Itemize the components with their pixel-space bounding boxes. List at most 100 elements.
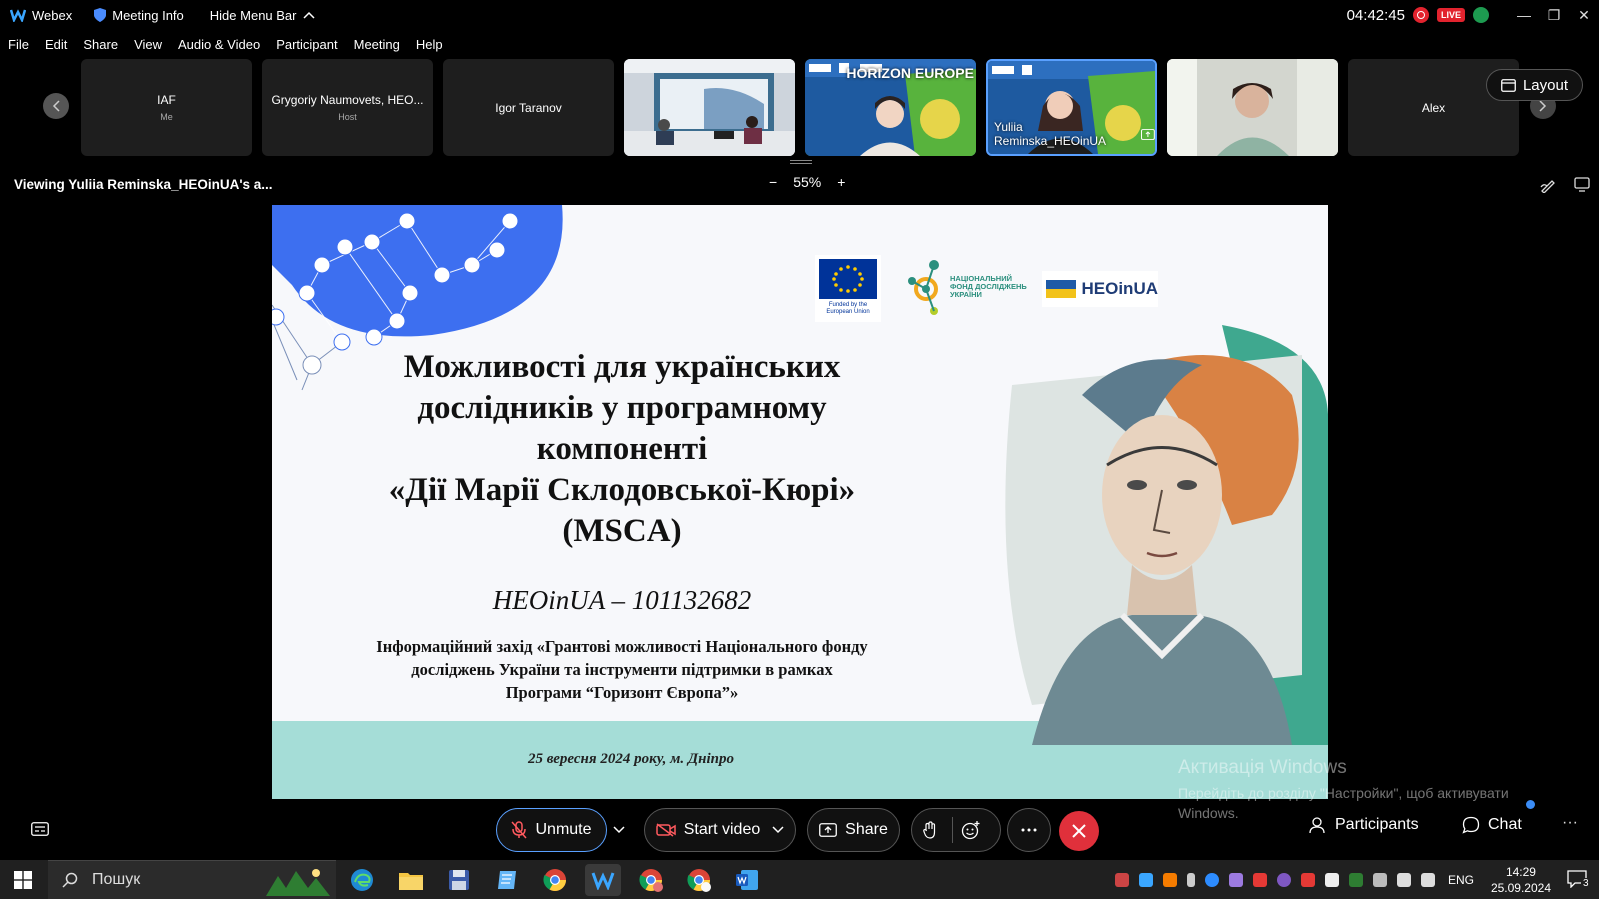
participant-video-office[interactable] — [1167, 59, 1338, 156]
notes-app-icon[interactable] — [489, 864, 525, 896]
tray-app-icon[interactable] — [1325, 872, 1339, 887]
word-app-icon[interactable] — [729, 864, 765, 896]
close-window-button[interactable]: ✕ — [1569, 0, 1599, 30]
menu-bar: File Edit Share View Audio & Video Parti… — [0, 30, 451, 58]
chat-unread-indicator — [1526, 800, 1535, 809]
captions-icon[interactable] — [31, 822, 49, 836]
share-button[interactable]: Share — [807, 808, 900, 852]
zoom-in-button[interactable]: + — [837, 174, 845, 190]
file-explorer-app-icon[interactable] — [393, 864, 429, 896]
menu-edit[interactable]: Edit — [45, 37, 67, 52]
tray-app-icon[interactable] — [1115, 872, 1129, 887]
chevron-down-icon — [772, 826, 784, 834]
participant-video-conference-room[interactable] — [624, 59, 795, 156]
active-speaker-name: Yuliia Reminska_HEOinUA — [994, 120, 1155, 148]
windows-start-icon[interactable] — [14, 871, 32, 889]
share-screen-icon — [819, 823, 838, 837]
tray-zoom-icon[interactable] — [1205, 872, 1219, 887]
chevron-right-icon — [1539, 100, 1547, 112]
microphone-icon[interactable] — [1187, 872, 1195, 887]
eu-funded-logo: Funded by the European Union — [815, 255, 881, 322]
chat-button[interactable]: Chat — [1462, 816, 1522, 834]
tray-record-icon[interactable] — [1301, 872, 1315, 887]
end-meeting-button[interactable] — [1059, 811, 1099, 851]
annotate-icon[interactable] — [1540, 177, 1556, 193]
search-highlight-scene-icon — [266, 869, 330, 896]
participant-tile[interactable]: IAF Me — [81, 59, 252, 156]
layout-button[interactable]: Layout — [1485, 69, 1583, 101]
resize-handle[interactable] — [790, 160, 812, 164]
reactions-group — [911, 808, 1001, 852]
menu-audio-video[interactable]: Audio & Video — [178, 37, 260, 52]
zoom-out-button[interactable]: − — [769, 174, 777, 190]
minimize-button[interactable]: — — [1509, 0, 1539, 30]
tray-display-icon[interactable] — [1397, 872, 1411, 887]
network-signal-icon[interactable] — [1473, 7, 1489, 23]
participant-tile[interactable]: Igor Taranov — [443, 59, 614, 156]
project-code: HEOinUA – 101132682 — [492, 585, 752, 615]
restore-button[interactable]: ❐ — [1539, 0, 1569, 30]
menu-help[interactable]: Help — [416, 37, 443, 52]
screen-share-icon — [1141, 128, 1155, 140]
chevron-up-icon — [302, 11, 315, 19]
participants-icon — [1309, 817, 1325, 834]
menu-share[interactable]: Share — [83, 37, 118, 52]
edge-app-icon[interactable] — [344, 864, 380, 896]
chevron-down-icon — [613, 826, 625, 834]
strip-prev-button[interactable] — [43, 93, 69, 119]
menu-meeting[interactable]: Meeting — [354, 37, 400, 52]
search-icon — [62, 872, 78, 888]
chat-icon — [1462, 816, 1480, 834]
chrome-second-profile-app-icon[interactable] — [681, 864, 717, 896]
tray-pdf-icon[interactable] — [1253, 872, 1267, 887]
participant-video-horizon-bg[interactable]: HORIZON EUROPE — [805, 59, 976, 156]
meeting-info-button[interactable]: Meeting Info — [94, 8, 184, 23]
save-app-icon[interactable] — [441, 864, 477, 896]
taskbar-search-box[interactable]: Пошук — [48, 860, 336, 899]
webex-app-label: Webex — [10, 8, 72, 23]
webex-taskbar-icon[interactable] — [585, 864, 621, 896]
tray-webex-icon[interactable] — [1139, 872, 1153, 887]
participant-video-active-speaker[interactable]: Yuliia Reminska_HEOinUA — [986, 59, 1157, 156]
camera-off-icon — [656, 823, 676, 837]
overflow-menu-icon[interactable]: ··· — [1562, 814, 1578, 832]
shield-icon — [94, 8, 107, 22]
menu-file[interactable]: File — [8, 37, 29, 52]
chrome-profile-app-icon[interactable] — [633, 864, 669, 896]
hide-menu-bar-button[interactable]: Hide Menu Bar — [210, 8, 321, 23]
participants-button[interactable]: Participants — [1309, 816, 1419, 834]
volume-icon[interactable] — [1421, 872, 1435, 887]
tray-network-icon[interactable] — [1373, 872, 1387, 887]
recording-icon[interactable] — [1412, 7, 1429, 23]
webex-logo-icon — [10, 9, 26, 22]
participant-tile[interactable]: Grygoriy Naumovets, HEO... Host — [262, 59, 433, 156]
audio-options-dropdown[interactable] — [605, 808, 633, 852]
viewing-bar: Viewing Yuliia Reminska_HEOinUA's a... −… — [0, 160, 1599, 202]
tray-app-icon[interactable] — [1163, 872, 1177, 887]
event-info: Інформаційний захід «Грантові можливості… — [376, 637, 868, 702]
meeting-clock: 04:42:45 — [1346, 6, 1405, 24]
participant-strip: IAF Me Grygoriy Naumovets, HEO... Host I… — [0, 58, 1599, 158]
tray-security-icon[interactable] — [1349, 872, 1363, 887]
menu-view[interactable]: View — [134, 37, 162, 52]
menu-participant[interactable]: Participant — [276, 37, 337, 52]
notification-center-icon[interactable]: 3 — [1567, 870, 1591, 893]
system-tray: ENG — [1110, 860, 1482, 899]
chrome-app-icon[interactable] — [537, 864, 573, 896]
zoom-level: 55% — [793, 174, 822, 190]
emoji-reaction-icon[interactable] — [961, 820, 981, 840]
popout-share-icon[interactable] — [1574, 177, 1590, 192]
chevron-left-icon — [52, 100, 60, 112]
office-video — [1167, 59, 1338, 156]
tray-pen-icon[interactable] — [1229, 872, 1243, 887]
more-options-button[interactable] — [1007, 808, 1051, 852]
input-language[interactable]: ENG — [1448, 873, 1474, 887]
event-date: 25 вересня 2024 року, м. Дніпро — [528, 751, 734, 767]
tray-viber-icon[interactable] — [1277, 872, 1291, 887]
viewing-label: Viewing Yuliia Reminska_HEOinUA's a... — [14, 177, 273, 192]
eu-flag-icon — [819, 259, 877, 299]
unmute-button[interactable]: Unmute — [496, 808, 607, 852]
taskbar-clock[interactable]: 14:29 25.09.2024 — [1491, 864, 1551, 896]
start-video-button[interactable]: Start video — [644, 808, 796, 852]
raise-hand-icon[interactable] — [923, 821, 937, 839]
